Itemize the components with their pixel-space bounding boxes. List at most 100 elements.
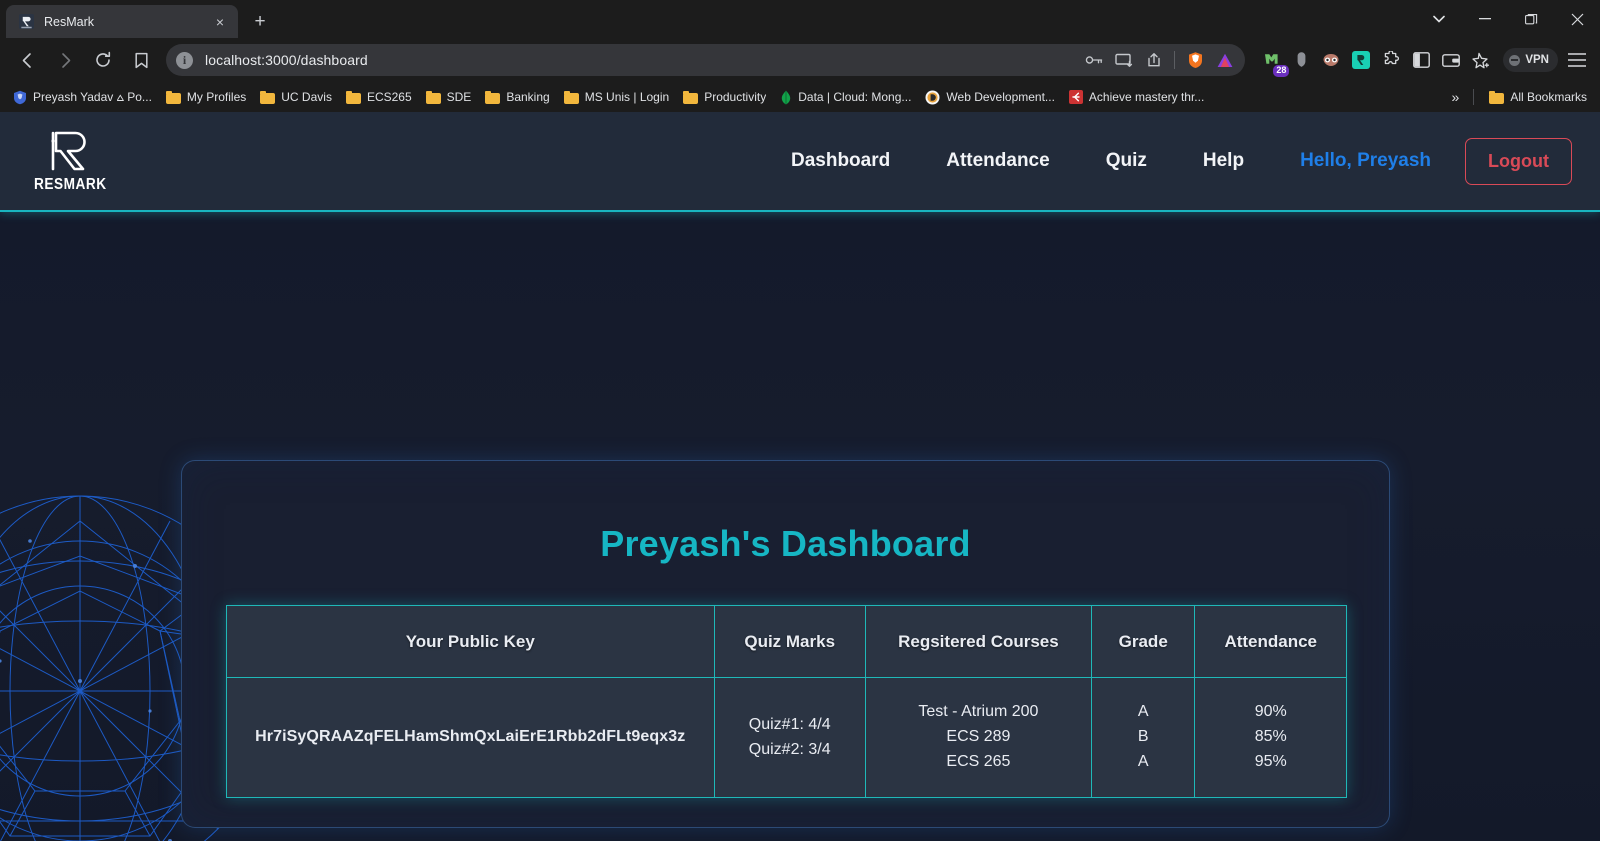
logout-button[interactable]: Logout [1465,137,1572,185]
column-header-public-key: Your Public Key [226,605,715,678]
attendance-line: 95% [1254,752,1287,770]
resmark-favicon-icon [18,14,34,30]
leetcode-icon [1068,90,1083,104]
cell-public-key: Hr7iSyQRAAZqFELHamShmQxLaiErE1Rbb2dFLt9e… [226,677,715,798]
all-bookmarks-label: All Bookmarks [1510,90,1587,104]
folder-icon [683,90,699,104]
tab-search-chevron-icon[interactable] [1416,0,1462,38]
vpn-toggle[interactable]: VPN [1503,48,1558,72]
raccoon-extension-icon[interactable] [1317,46,1345,74]
course-line: Test - Atrium 200 [918,703,1039,721]
reload-button[interactable] [87,44,119,76]
sidebar-toggle-icon[interactable] [1407,46,1435,74]
brave-shields-icon[interactable] [1181,46,1209,74]
mega-extension-icon[interactable]: 28 [1257,46,1290,77]
browser-window: ResMark × + i localhost:3000/dashboard 2… [0,0,1600,841]
puzzle-extensions-icon[interactable] [1377,46,1405,74]
dashboard-card: Preyash's Dashboard Your Public Key Quiz… [181,460,1390,828]
table-header-row: Your Public Key Quiz Marks Regsitered Co… [226,605,1347,678]
cell-quiz-marks: Quiz#1: 4/4 Quiz#2: 3/4 [713,677,866,798]
omnibox-actions [1080,46,1239,74]
nav-link-attendance[interactable]: Attendance [918,150,1077,172]
attendance-line: 90% [1254,703,1287,721]
bookmark-item[interactable]: Banking [478,87,556,107]
close-window-button[interactable] [1554,0,1600,38]
hamburger-menu-icon[interactable] [1562,45,1592,75]
cell-grades: A B A [1090,677,1196,798]
bookmarks-overflow-area: » All Bookmarks [1446,87,1594,107]
column-header-courses: Regsitered Courses [864,605,1092,678]
column-header-grade: Grade [1090,605,1196,678]
brave-rewards-icon[interactable] [1467,46,1495,74]
tab-close-icon[interactable]: × [210,12,230,32]
page-body: Preyash's Dashboard Your Public Key Quiz… [0,212,1600,841]
bookmarks-overflow-icon[interactable]: » [1446,89,1466,105]
all-bookmarks-button[interactable]: All Bookmarks [1482,87,1594,107]
browser-tab[interactable]: ResMark × [6,5,238,38]
bookmark-item[interactable]: My Profiles [159,87,253,107]
folder-icon [345,90,361,104]
table-row: Hr7iSyQRAAZqFELHamShmQxLaiErE1Rbb2dFLt9e… [226,677,1347,798]
password-key-icon[interactable] [1080,46,1108,74]
bookmark-label: ECS265 [366,90,412,104]
bookmark-item[interactable]: Data | Cloud: Mong... [773,87,918,108]
resmark-r-logo-icon [49,129,91,173]
bookmark-label: Productivity [704,90,767,104]
nav-link-quiz[interactable]: Quiz [1078,150,1175,172]
bookmark-item[interactable]: SDE [419,87,479,107]
divider [1473,89,1475,105]
share-icon[interactable] [1140,46,1168,74]
bookmark-item[interactable]: Productivity [676,87,773,107]
grade-line: A [1137,703,1149,721]
folder-icon [1489,90,1505,104]
main-nav: Dashboard Attendance Quiz Help Hello, Pr… [763,137,1572,185]
bookmark-item[interactable]: Achieve mastery thr... [1062,87,1211,107]
bookmark-page-icon[interactable] [125,44,157,76]
page-title: Preyash's Dashboard [600,523,971,564]
course-line: ECS 289 [946,728,1011,746]
web-page: RESMARK Dashboard Attendance Quiz Help H… [0,112,1600,841]
wallet-icon[interactable] [1437,46,1465,74]
forward-button[interactable] [49,44,81,76]
nav-link-dashboard[interactable]: Dashboard [763,150,918,172]
tab-strip: ResMark × + [0,0,1600,38]
bookmark-label: MS Unis | Login [584,90,670,104]
bookmark-item[interactable]: Web Development... [918,87,1062,108]
brave-leo-icon[interactable] [1211,46,1239,74]
window-controls [1416,0,1600,38]
column-header-attendance: Attendance [1194,605,1347,678]
mongodb-icon [780,90,792,105]
course-line: ECS 265 [946,752,1011,770]
d-circle-icon [925,90,940,105]
bookmark-item[interactable]: UC Davis [253,87,339,107]
bitwarden-icon[interactable] [1287,46,1315,74]
shield-profile-icon [13,90,27,105]
save-to-device-icon[interactable] [1110,46,1138,74]
back-button[interactable] [11,44,43,76]
folder-icon [485,90,501,104]
folder-icon [563,90,579,104]
r-extension-icon[interactable] [1347,46,1375,74]
address-bar[interactable]: i localhost:3000/dashboard [166,44,1246,76]
bookmark-item[interactable]: MS Unis | Login [557,87,677,107]
bookmarks-bar: Preyash Yadav ⩟ Po... My Profiles UC Dav… [0,82,1600,112]
maximize-button[interactable] [1508,0,1554,38]
folder-icon [425,90,441,104]
greeting-link[interactable]: Hello, Preyash [1272,150,1465,172]
bookmark-item[interactable]: ECS265 [339,87,419,107]
new-tab-button[interactable]: + [246,7,274,35]
logo-wordmark: RESMARK [33,175,107,193]
bookmark-item[interactable]: Preyash Yadav ⩟ Po... [6,87,159,108]
folder-icon [165,90,181,104]
site-info-icon[interactable]: i [176,51,193,69]
minimize-button[interactable] [1462,0,1508,38]
url-text: localhost:3000/dashboard [205,52,368,68]
bookmark-label: UC Davis [281,90,332,104]
app-logo[interactable]: RESMARK [34,129,106,194]
bookmark-label: Preyash Yadav ⩟ Po... [33,89,152,104]
cell-attendance: 90% 85% 95% [1194,677,1347,798]
nav-link-help[interactable]: Help [1175,150,1272,172]
quiz-mark-line: Quiz#1: 4/4 [748,715,831,733]
bookmark-label: My Profiles [186,90,247,104]
dashboard-table: Your Public Key Quiz Marks Regsitered Co… [226,605,1347,798]
